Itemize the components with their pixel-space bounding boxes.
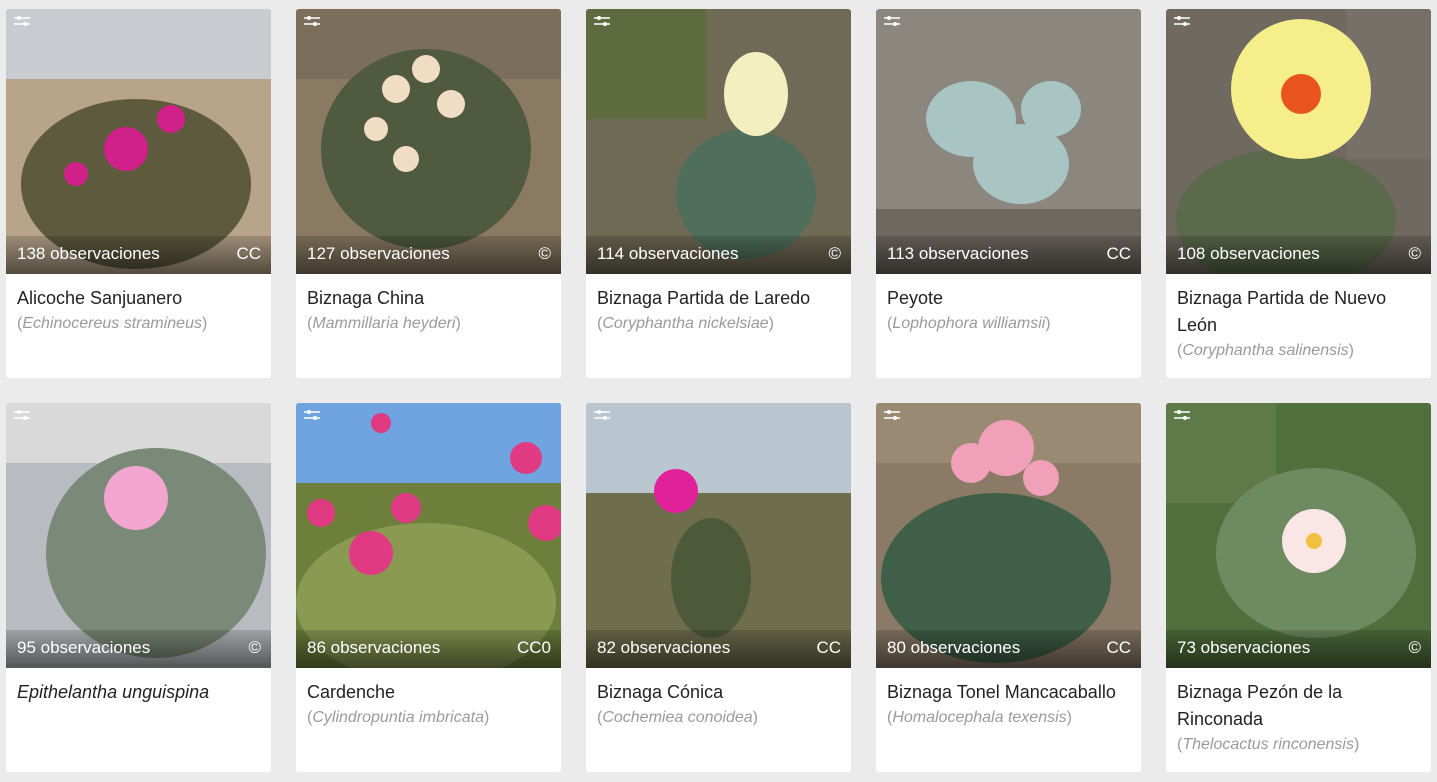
photo-image: [296, 9, 561, 274]
taxon-photo[interactable]: 80 observaciones CC: [876, 403, 1141, 668]
photo-filter-icon[interactable]: [594, 409, 610, 421]
photo-image: [1166, 9, 1431, 274]
common-name[interactable]: Biznaga Cónica: [597, 679, 840, 706]
photo-image: [6, 403, 271, 668]
taxon-photo[interactable]: 127 observaciones ©: [296, 9, 561, 274]
taxon-card[interactable]: 114 observaciones © Biznaga Partida de L…: [586, 9, 851, 378]
photo-image: [586, 403, 851, 668]
observation-count[interactable]: 113 observaciones: [887, 244, 1028, 264]
scientific-name: (Coryphantha nickelsiae): [597, 315, 774, 332]
license-badge: ©: [1408, 638, 1421, 657]
observation-count[interactable]: 73 observaciones: [1177, 638, 1310, 658]
photo-filter-icon[interactable]: [14, 409, 30, 421]
license-badge: CC: [1106, 638, 1131, 657]
scientific-name: (Cylindropuntia imbricata): [307, 709, 490, 726]
observation-count[interactable]: 80 observaciones: [887, 638, 1020, 658]
taxon-photo[interactable]: 82 observaciones CC: [586, 403, 851, 668]
taxon-card[interactable]: 80 observaciones CC Biznaga Tonel Mancac…: [876, 403, 1141, 772]
license-badge: CC: [816, 638, 841, 657]
taxon-card[interactable]: 95 observaciones © Epithelantha unguispi…: [6, 403, 271, 772]
taxon-photo[interactable]: 114 observaciones ©: [586, 9, 851, 274]
common-name[interactable]: Cardenche: [307, 679, 550, 706]
photo-filter-icon[interactable]: [304, 409, 320, 421]
scientific-name: (Homalocephala texensis): [887, 709, 1072, 726]
photo-image: [586, 9, 851, 274]
license-badge: CC0: [516, 638, 551, 657]
observation-count[interactable]: 95 observaciones: [17, 638, 150, 658]
common-name[interactable]: Epithelantha unguispina: [17, 679, 260, 706]
photo-filter-icon[interactable]: [1174, 15, 1190, 27]
taxa-grid: 138 observaciones CC Alicoche Sanjuanero…: [6, 9, 1431, 772]
photo-filter-icon[interactable]: [594, 15, 610, 27]
observation-count[interactable]: 108 observaciones: [1177, 244, 1320, 264]
taxon-card[interactable]: 73 observaciones © Biznaga Pezón de la R…: [1166, 403, 1431, 772]
license-badge: CC: [236, 244, 261, 263]
common-name[interactable]: Biznaga China: [307, 285, 550, 312]
taxon-card[interactable]: 138 observaciones CC Alicoche Sanjuanero…: [6, 9, 271, 378]
observation-count[interactable]: 82 observaciones: [597, 638, 730, 658]
common-name[interactable]: Peyote: [887, 285, 1130, 312]
taxon-card[interactable]: 127 observaciones © Biznaga China (Mammi…: [296, 9, 561, 378]
taxon-photo[interactable]: 86 observaciones CC0: [296, 403, 561, 668]
license-badge: CC: [1106, 244, 1131, 263]
license-badge: ©: [248, 638, 261, 657]
photo-filter-icon[interactable]: [884, 409, 900, 421]
license-badge: ©: [1408, 244, 1421, 263]
license-badge: ©: [538, 244, 551, 263]
photo-image: [6, 9, 271, 274]
photo-filter-icon[interactable]: [304, 15, 320, 27]
license-badge: ©: [828, 244, 841, 263]
photo-image: [296, 403, 561, 668]
common-name[interactable]: Biznaga Partida de Laredo: [597, 285, 840, 312]
common-name[interactable]: Alicoche Sanjuanero: [17, 285, 260, 312]
common-name[interactable]: Biznaga Pezón de la Rinconada: [1177, 679, 1420, 733]
photo-image: [1166, 403, 1431, 668]
taxon-photo[interactable]: 95 observaciones ©: [6, 403, 271, 668]
scientific-name: (Coryphantha salinensis): [1177, 342, 1354, 359]
scientific-name: (Cochemiea conoidea): [597, 709, 758, 726]
taxon-photo[interactable]: 113 observaciones CC: [876, 9, 1141, 274]
observation-count[interactable]: 86 observaciones: [307, 638, 440, 658]
taxon-card[interactable]: 108 observaciones © Biznaga Partida de N…: [1166, 9, 1431, 378]
scientific-name: (Thelocactus rinconensis): [1177, 736, 1360, 753]
taxon-card[interactable]: 113 observaciones CC Peyote (Lophophora …: [876, 9, 1141, 378]
photo-image: [876, 9, 1141, 274]
common-name[interactable]: Biznaga Partida de Nuevo León: [1177, 285, 1420, 339]
photo-filter-icon[interactable]: [1174, 409, 1190, 421]
common-name[interactable]: Biznaga Tonel Mancacaballo: [887, 679, 1130, 706]
scientific-name: (Echinocereus stramineus): [17, 315, 208, 332]
photo-image: [876, 403, 1141, 668]
observation-count[interactable]: 114 observaciones: [597, 244, 738, 264]
photo-filter-icon[interactable]: [884, 15, 900, 27]
taxon-card[interactable]: 82 observaciones CC Biznaga Cónica (Coch…: [586, 403, 851, 772]
scientific-name: (Mammillaria heyderi): [307, 315, 461, 332]
taxon-photo[interactable]: 108 observaciones ©: [1166, 9, 1431, 274]
taxon-photo[interactable]: 138 observaciones CC: [6, 9, 271, 274]
observation-count[interactable]: 138 observaciones: [17, 244, 160, 264]
taxon-card[interactable]: 86 observaciones CC0 Cardenche (Cylindro…: [296, 403, 561, 772]
taxon-photo[interactable]: 73 observaciones ©: [1166, 403, 1431, 668]
scientific-name: (Lophophora williamsii): [887, 315, 1051, 332]
photo-filter-icon[interactable]: [14, 15, 30, 27]
observation-count[interactable]: 127 observaciones: [307, 244, 450, 264]
